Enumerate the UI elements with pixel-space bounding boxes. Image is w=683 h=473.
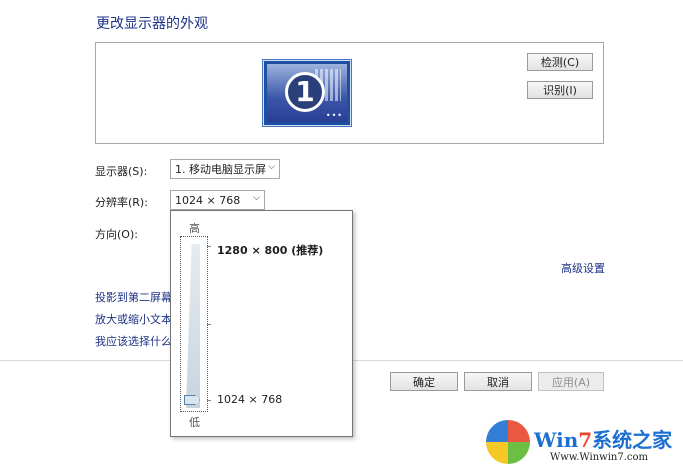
help-choose-link[interactable]: 我应该选择什么	[95, 333, 172, 349]
monitor-icon[interactable]: 1 •••	[262, 59, 352, 127]
resolution-low-label: 低	[189, 416, 200, 429]
page-title: 更改显示器的外观	[96, 16, 208, 32]
detect-button[interactable]: 检测(C)	[527, 53, 593, 71]
resolution-label: 分辨率(R):	[95, 196, 148, 209]
identify-button[interactable]: 识别(I)	[527, 81, 593, 99]
display-label: 显示器(S):	[95, 165, 148, 178]
resolution-select[interactable]: 1024 × 768 ⌵	[170, 190, 265, 210]
resolution-high-label: 高	[189, 222, 200, 235]
apply-button[interactable]: 应用(A)	[538, 372, 604, 391]
display-select-value: 1. 移动电脑显示屏	[175, 163, 266, 176]
advanced-settings-link[interactable]: 高级设置	[561, 260, 605, 276]
watermark-brand-seven: 7	[578, 428, 593, 452]
resolution-option-recommended[interactable]: 1280 × 800 (推荐)	[217, 242, 323, 258]
slider-tick	[207, 246, 211, 247]
chevron-down-icon: ⌵	[268, 162, 275, 172]
watermark-brand-prefix: Win	[534, 428, 579, 452]
monitor-dots-decoration: •••	[325, 111, 343, 120]
watermark-brand-suffix: 系统之家	[592, 428, 673, 452]
watermark-url: Www.Winwin7.com	[550, 452, 648, 463]
text-size-link[interactable]: 放大或缩小文本	[95, 311, 172, 327]
ok-button[interactable]: 确定	[390, 372, 458, 391]
slider-tick	[207, 400, 211, 401]
orientation-label: 方向(O):	[95, 228, 138, 241]
resolution-select-value: 1024 × 768	[175, 193, 241, 207]
resolution-option-current[interactable]: 1024 × 768	[217, 393, 282, 406]
project-second-screen-link[interactable]: 投影到第二屏幕	[95, 289, 172, 305]
chevron-down-icon: ⌵	[253, 193, 260, 203]
monitor-number-badge: 1	[285, 72, 325, 112]
display-select[interactable]: 1. 移动电脑显示屏 ⌵	[170, 159, 280, 179]
watermark-brand: Win7系统之家	[534, 424, 672, 453]
windows-logo-icon	[486, 420, 530, 464]
slider-tick	[207, 324, 211, 325]
cancel-button[interactable]: 取消	[464, 372, 532, 391]
